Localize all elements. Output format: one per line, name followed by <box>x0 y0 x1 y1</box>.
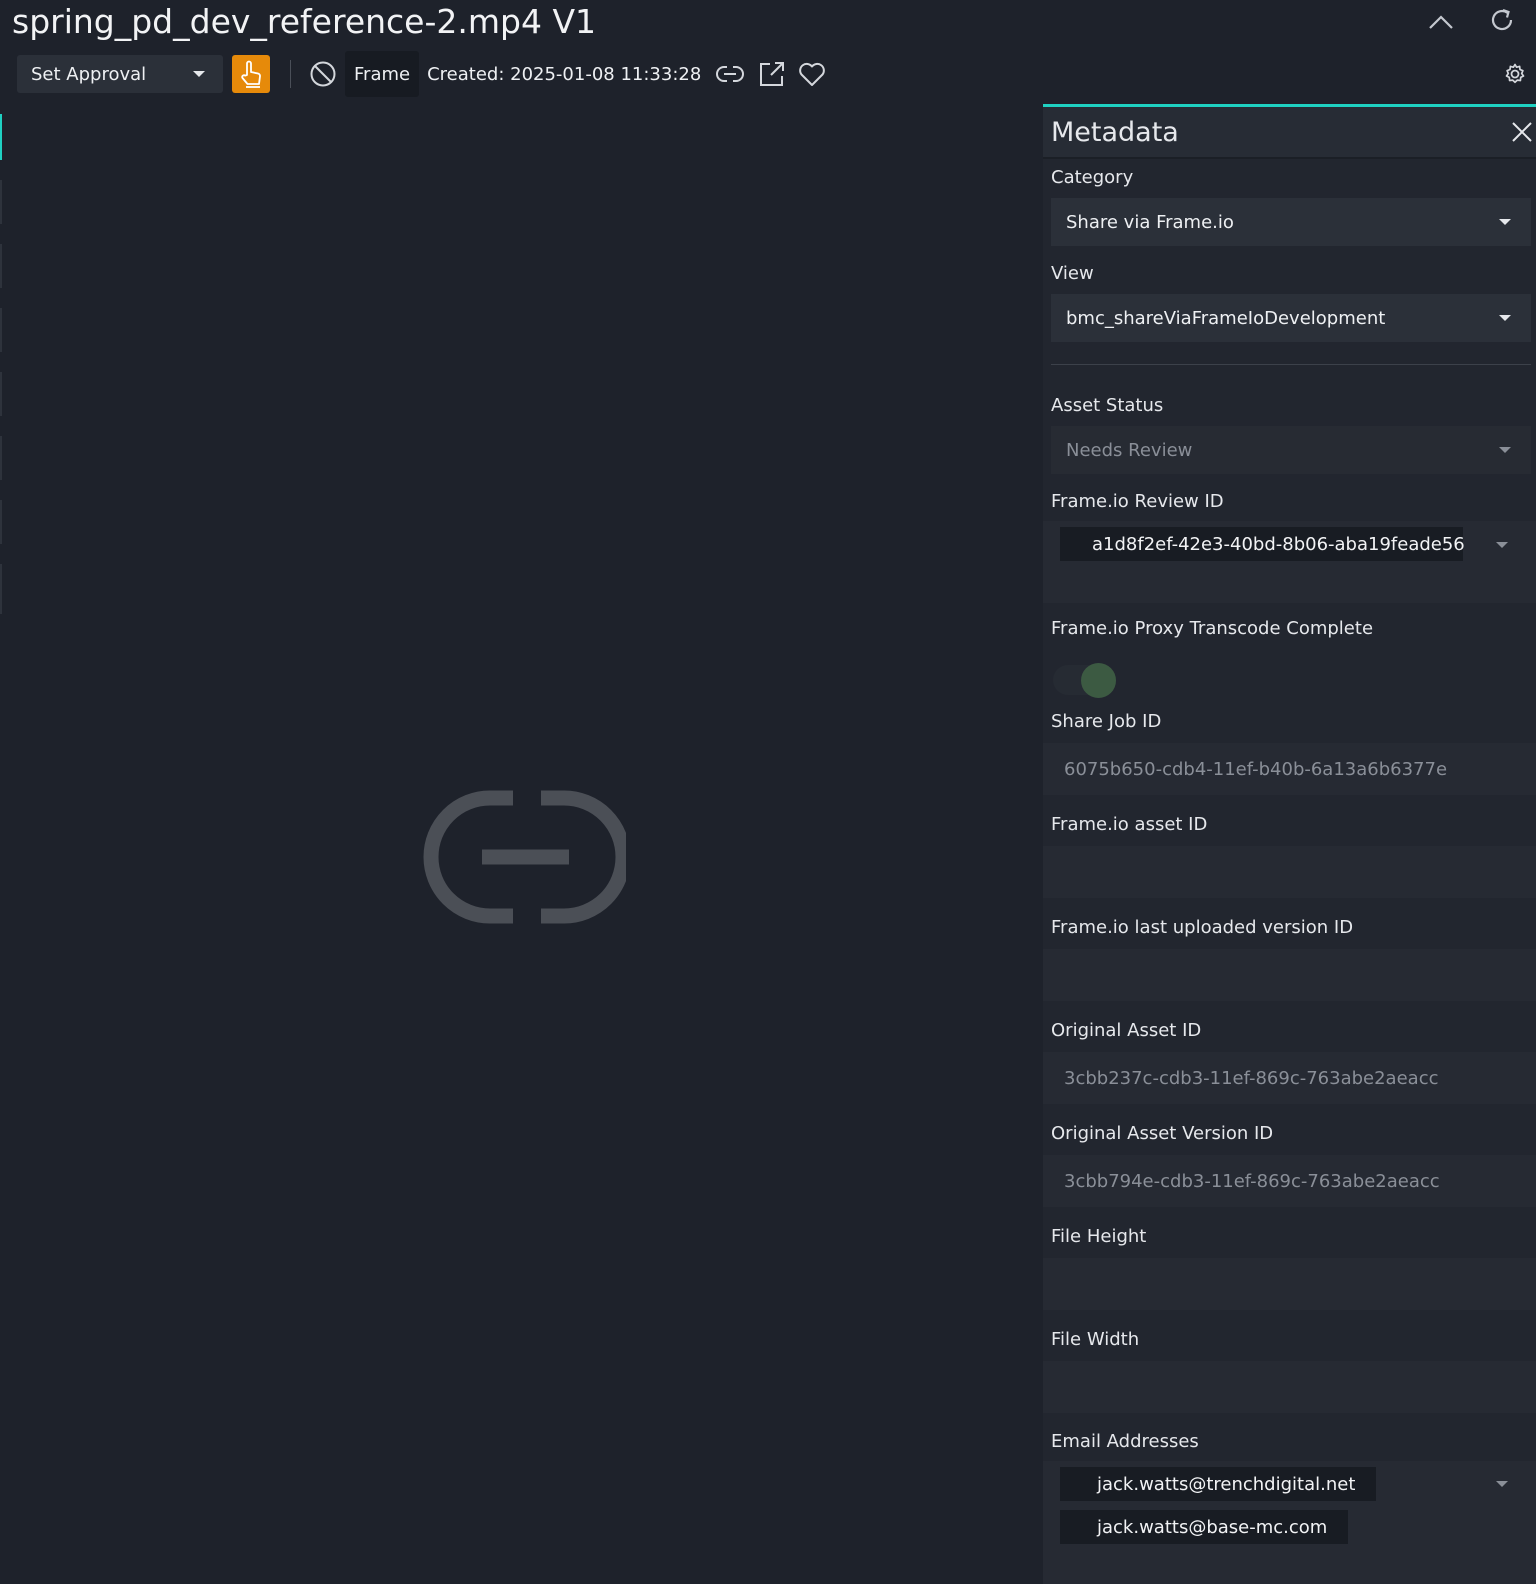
email-chip[interactable]: jack.watts@trenchdigital.net <box>1060 1467 1376 1501</box>
category-dropdown[interactable]: Share via Frame.io <box>1051 198 1531 246</box>
original-asset-id-value: 3cbb237c-cdb3-11ef-869c-763abe2aeacc <box>1064 1067 1439 1089</box>
chevron-down-icon[interactable] <box>1496 1481 1508 1487</box>
app-window: spring_pd_dev_reference-2.mp4 V1 Set App… <box>0 0 1536 1584</box>
original-asset-id-label: Original Asset ID <box>1051 1020 1202 1041</box>
view-dropdown[interactable]: bmc_shareViaFrameIoDevelopment <box>1051 294 1531 342</box>
rail-tick <box>0 564 2 614</box>
share-job-id-field[interactable]: 6075b650-cdb4-11ef-b40b-6a13a6b6377e <box>1043 743 1536 795</box>
file-width-field[interactable] <box>1043 1361 1536 1413</box>
file-height-label: File Height <box>1051 1226 1147 1247</box>
proxy-transcode-label: Frame.io Proxy Transcode Complete <box>1051 618 1374 639</box>
category-label: Category <box>1051 167 1134 188</box>
toolbar: Set Approval Frame Created: 2025-01-08 1… <box>17 51 827 97</box>
category-value: Share via Frame.io <box>1066 211 1234 233</box>
approve-button[interactable] <box>232 55 270 93</box>
metadata-panel-header: Metadata <box>1043 107 1536 159</box>
view-value: bmc_shareViaFrameIoDevelopment <box>1066 307 1386 329</box>
external-link-icon[interactable] <box>757 59 787 89</box>
chevron-up-icon[interactable] <box>1424 8 1458 36</box>
close-icon[interactable] <box>1508 118 1536 146</box>
gear-icon[interactable] <box>1501 60 1529 88</box>
email-chip[interactable]: jack.watts@base-mc.com <box>1060 1510 1348 1544</box>
block-icon[interactable] <box>309 60 337 88</box>
asset-status-label: Asset Status <box>1051 395 1164 416</box>
asset-id-label: Frame.io asset ID <box>1051 814 1208 835</box>
rail-tick-active <box>0 114 2 160</box>
review-id-label: Frame.io Review ID <box>1051 491 1224 512</box>
chevron-down-icon <box>1499 315 1511 321</box>
original-asset-id-field[interactable]: 3cbb237c-cdb3-11ef-869c-763abe2aeacc <box>1043 1052 1536 1104</box>
heart-icon[interactable] <box>797 59 827 89</box>
created-timestamp: Created: 2025-01-08 11:33:28 <box>427 63 702 85</box>
asset-id-field[interactable] <box>1043 846 1536 898</box>
toolbar-divider <box>290 60 291 88</box>
page-title: spring_pd_dev_reference-2.mp4 V1 <box>12 2 597 41</box>
frame-label: Frame <box>354 63 411 85</box>
rail-tick <box>0 436 2 480</box>
rail-tick <box>0 244 2 288</box>
link-icon <box>420 790 631 928</box>
set-approval-label: Set Approval <box>31 63 147 85</box>
link-icon[interactable] <box>715 59 745 89</box>
metadata-panel: Metadata Category Share via Frame.io Vie… <box>1043 104 1536 1584</box>
refresh-icon[interactable] <box>1487 5 1517 35</box>
rail-tick <box>0 500 2 544</box>
proxy-transcode-toggle-knob[interactable] <box>1081 663 1116 698</box>
email-addresses-label: Email Addresses <box>1051 1431 1199 1452</box>
rail-tick <box>0 308 2 352</box>
share-job-id-label: Share Job ID <box>1051 711 1162 732</box>
asset-status-value: Needs Review <box>1066 439 1193 461</box>
file-height-field[interactable] <box>1043 1258 1536 1310</box>
share-job-id-value: 6075b650-cdb4-11ef-b40b-6a13a6b6377e <box>1064 758 1448 780</box>
rail-tick <box>0 180 2 224</box>
view-label: View <box>1051 263 1094 284</box>
chevron-down-icon[interactable] <box>1496 542 1508 548</box>
chevron-down-icon <box>1499 219 1511 225</box>
asset-status-dropdown[interactable]: Needs Review <box>1051 426 1531 474</box>
rail-tick <box>0 372 2 416</box>
review-id-chip[interactable]: a1d8f2ef-42e3-40bd-8b06-aba19feade56 <box>1060 527 1465 561</box>
frame-button[interactable]: Frame <box>345 51 420 97</box>
metadata-panel-title: Metadata <box>1051 116 1179 148</box>
chevron-down-icon <box>193 71 205 77</box>
chevron-down-icon <box>1499 447 1511 453</box>
section-divider <box>1051 364 1531 365</box>
set-approval-dropdown[interactable]: Set Approval <box>17 55 223 93</box>
original-asset-version-id-value: 3cbb794e-cdb3-11ef-869c-763abe2aeacc <box>1064 1170 1440 1192</box>
hand-pointer-icon <box>241 60 261 88</box>
file-width-label: File Width <box>1051 1329 1140 1350</box>
original-asset-version-id-label: Original Asset Version ID <box>1051 1123 1274 1144</box>
last-version-id-label: Frame.io last uploaded version ID <box>1051 917 1354 938</box>
last-version-id-field[interactable] <box>1043 949 1536 1001</box>
original-asset-version-id-field[interactable]: 3cbb794e-cdb3-11ef-869c-763abe2aeacc <box>1043 1155 1536 1207</box>
